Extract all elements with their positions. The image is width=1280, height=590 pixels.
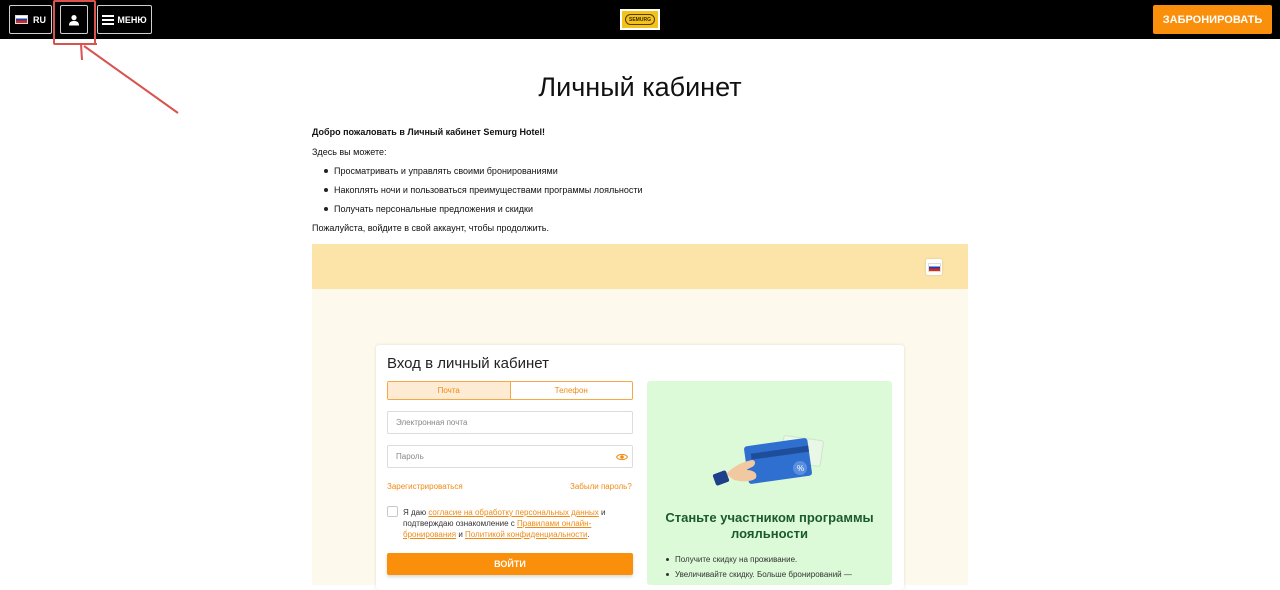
widget-header	[312, 244, 968, 289]
consent-checkbox[interactable]	[387, 506, 398, 517]
consent-text: Я даю согласие на обработку персональных…	[403, 507, 618, 540]
list-item: Просматривать и управлять своими брониро…	[324, 165, 972, 177]
tab-email[interactable]: Почта	[388, 382, 511, 399]
eye-icon[interactable]	[616, 451, 628, 463]
login-method-tabs: Почта Телефон	[387, 381, 633, 400]
list-item: Увеличивайте скидку. Больше бронирований…	[665, 569, 880, 580]
promo-title: Станьте участником программы лояльности	[665, 510, 874, 541]
forgot-password-link[interactable]: Забыли пароль?	[570, 482, 632, 491]
menu-button[interactable]: МЕНЮ	[97, 5, 152, 34]
personal-data-consent-link[interactable]: согласие на обработку персональных данны…	[428, 508, 598, 517]
login-title: Вход в личный кабинет	[387, 355, 549, 372]
russia-flag-icon	[15, 15, 28, 24]
welcome-text: Добро пожаловать в Личный кабинет Semurg…	[312, 127, 545, 137]
hamburger-menu-icon	[102, 14, 115, 25]
language-button[interactable]: RU	[9, 5, 52, 34]
card-hand-illustration: %	[712, 435, 824, 486]
features-list: Просматривать и управлять своими брониро…	[324, 165, 972, 215]
russia-flag-icon	[927, 262, 941, 272]
features-intro: Здесь вы можете:	[312, 147, 387, 157]
tab-phone[interactable]: Телефон	[511, 382, 633, 399]
book-now-button[interactable]: ЗАБРОНИРОВАТЬ	[1153, 5, 1272, 34]
promo-list: Получите скидку на проживание. Увеличива…	[665, 554, 880, 584]
widget-language-switch[interactable]	[926, 259, 942, 275]
language-label: RU	[33, 14, 46, 25]
intro-section: Добро пожаловать в Личный кабинет Semurg…	[312, 126, 972, 234]
consent-text-part: Я даю	[403, 508, 429, 517]
menu-label: МЕНЮ	[117, 14, 147, 25]
consent-text-part: .	[587, 530, 590, 539]
list-item: Получать персональные предложения и скид…	[324, 203, 972, 215]
logo-text: SEMURG	[625, 14, 655, 25]
register-link[interactable]: Зарегистрироваться	[387, 482, 463, 491]
top-navigation-bar: RU МЕНЮ SEMURG ЗАБРОНИРОВАТЬ	[0, 0, 1280, 39]
login-submit-button[interactable]: ВОЙТИ	[387, 553, 633, 575]
hotel-logo[interactable]: SEMURG	[620, 9, 660, 30]
privacy-policy-link[interactable]: Политикой конфиденциальности	[465, 530, 587, 539]
login-prompt: Пожалуйста, войдите в свой аккаунт, чтоб…	[312, 223, 549, 233]
consent-text-part: и	[456, 530, 466, 539]
email-field[interactable]	[387, 411, 633, 434]
list-item: Получите скидку на проживание.	[665, 554, 880, 565]
password-field[interactable]	[387, 445, 633, 468]
svg-text:%: %	[797, 464, 804, 473]
list-item: Накоплять ночи и пользоваться преимущест…	[324, 184, 972, 196]
page-title: Личный кабинет	[538, 72, 742, 102]
